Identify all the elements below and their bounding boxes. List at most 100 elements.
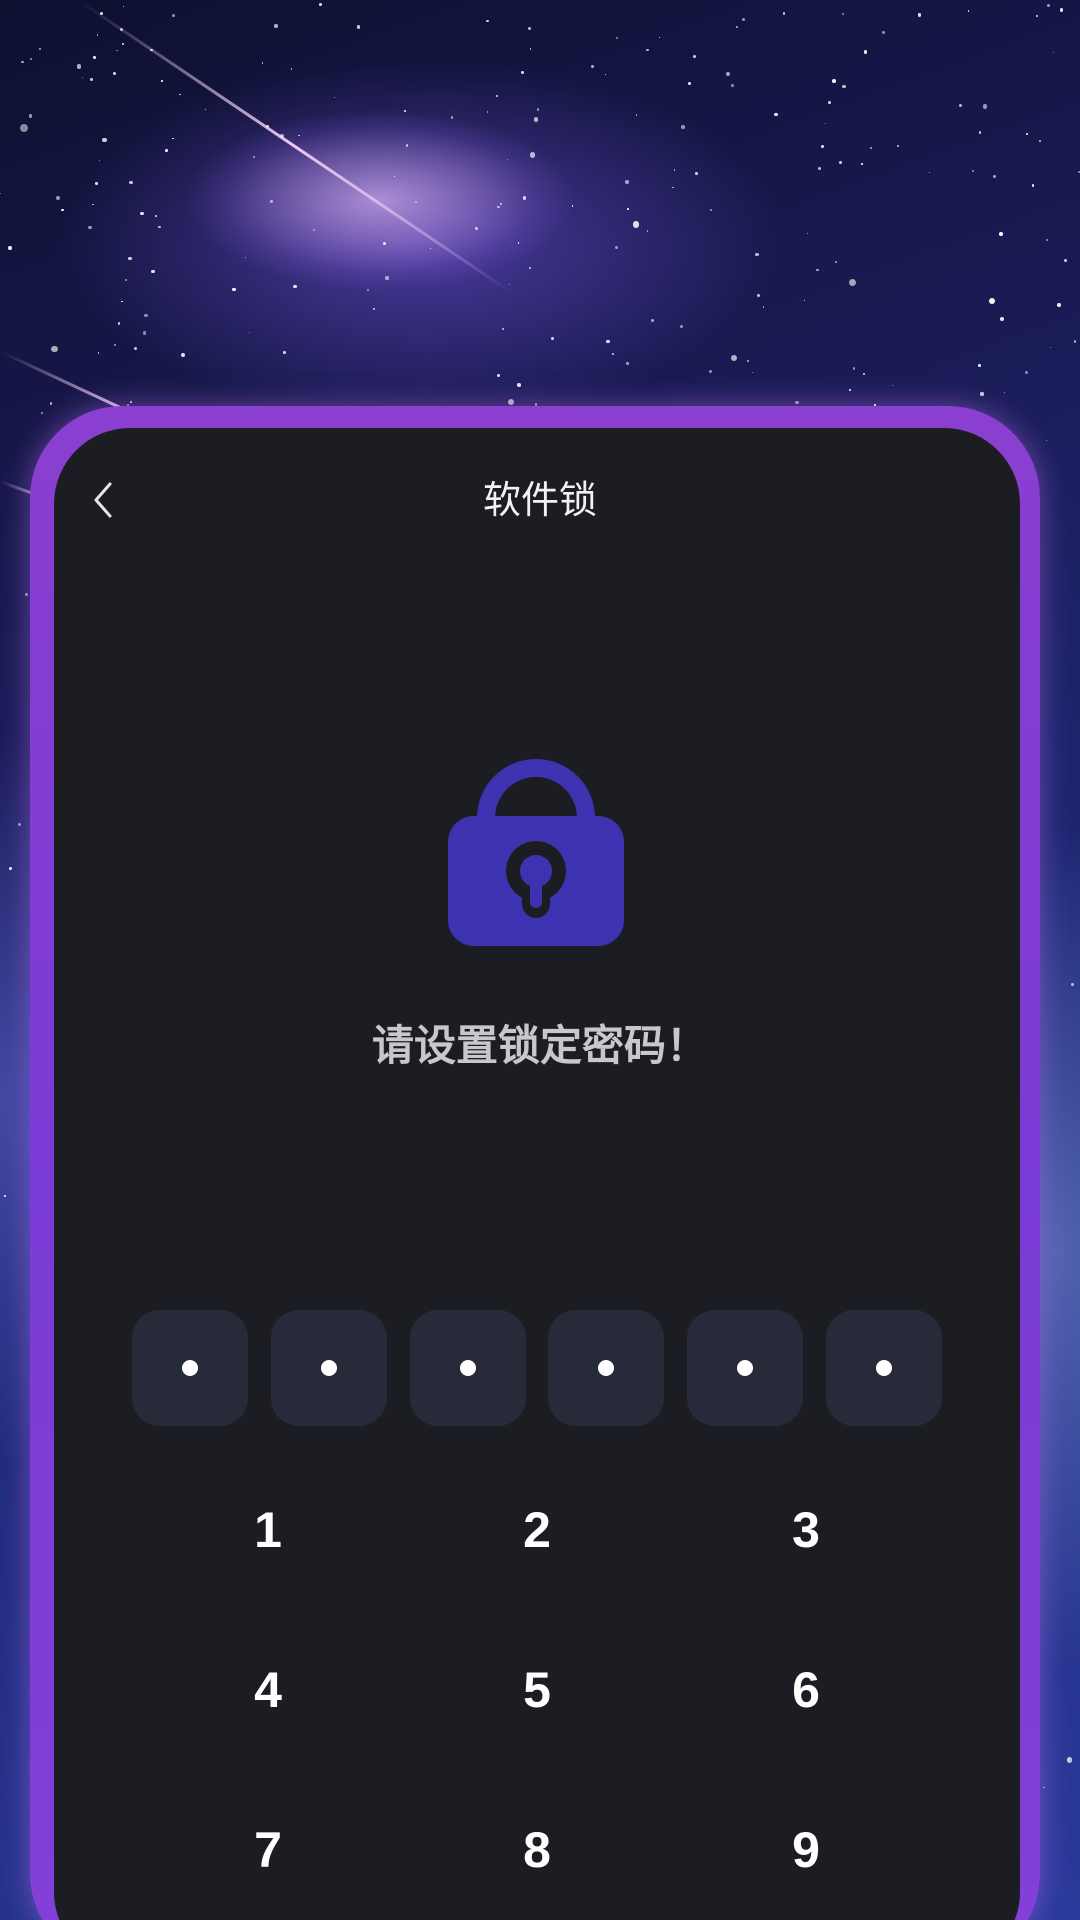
star: [752, 372, 754, 374]
key-1[interactable]: 1: [168, 1475, 368, 1585]
star: [680, 125, 685, 130]
star: [117, 322, 121, 326]
star: [1031, 184, 1035, 187]
star: [571, 204, 574, 207]
star: [18, 823, 22, 827]
star: [980, 392, 984, 396]
star: [816, 268, 819, 272]
star: [253, 156, 256, 158]
star: [1046, 3, 1051, 8]
star: [154, 215, 157, 217]
star: [687, 81, 692, 85]
star: [30, 57, 32, 60]
star: [179, 93, 181, 95]
star: [967, 10, 970, 12]
light-streak: [79, 0, 512, 294]
star: [474, 226, 479, 231]
star: [533, 117, 538, 122]
key-2[interactable]: 2: [437, 1475, 637, 1585]
set-password-prompt: 请设置锁定密码！: [371, 1021, 708, 1070]
star: [731, 354, 738, 361]
star: [517, 242, 520, 244]
star: [486, 110, 489, 113]
star: [232, 288, 236, 292]
chevron-left-icon: [94, 482, 112, 518]
star: [507, 399, 515, 406]
star: [4, 1195, 6, 1198]
key-9[interactable]: 9: [706, 1795, 906, 1905]
star: [142, 330, 147, 335]
star: [842, 84, 846, 88]
key-4[interactable]: 4: [168, 1635, 368, 1745]
star: [1003, 392, 1005, 394]
star: [892, 385, 894, 387]
star: [171, 14, 175, 17]
star: [774, 112, 778, 117]
pin-slot: [270, 1310, 387, 1426]
star: [333, 96, 335, 98]
star: [852, 367, 856, 370]
star: [646, 48, 649, 51]
star: [625, 180, 630, 185]
star: [180, 353, 185, 358]
star: [1036, 14, 1039, 17]
star: [614, 246, 618, 250]
back-button[interactable]: [84, 478, 124, 522]
star: [590, 64, 595, 68]
star: [0, 192, 2, 194]
star: [528, 267, 531, 270]
key-3[interactable]: 3: [706, 1475, 906, 1585]
star: [274, 24, 278, 28]
star: [824, 123, 827, 125]
star: [828, 101, 831, 104]
star: [121, 300, 123, 303]
star: [7, 246, 12, 251]
star: [615, 36, 618, 39]
star: [130, 401, 132, 403]
star: [486, 20, 489, 23]
star: [928, 172, 930, 174]
star: [694, 171, 698, 175]
page-title: 软件锁: [482, 478, 597, 522]
star: [606, 340, 610, 344]
star: [372, 307, 376, 311]
star: [821, 145, 825, 149]
pin-dot: [598, 1360, 615, 1376]
star: [736, 25, 738, 28]
pin-dot: [875, 1360, 892, 1376]
star: [91, 203, 94, 206]
star: [123, 5, 125, 7]
star: [860, 163, 863, 165]
key-5[interactable]: 5: [437, 1635, 637, 1745]
star: [293, 284, 298, 289]
star: [496, 374, 500, 378]
star: [312, 228, 316, 232]
star: [129, 180, 134, 185]
star: [165, 149, 168, 152]
star: [82, 76, 84, 78]
star: [831, 79, 836, 83]
star: [39, 48, 41, 50]
key-7[interactable]: 7: [168, 1795, 368, 1905]
star: [248, 332, 251, 334]
star: [21, 60, 24, 64]
star: [55, 196, 60, 201]
star: [731, 84, 734, 87]
star: [1025, 370, 1029, 374]
star: [626, 362, 629, 365]
key-8[interactable]: 8: [437, 1795, 637, 1905]
star: [988, 298, 995, 305]
key-6[interactable]: 6: [706, 1635, 906, 1745]
star: [1025, 132, 1028, 135]
star: [88, 225, 92, 230]
star: [978, 131, 982, 134]
star: [999, 232, 1004, 237]
star: [762, 306, 765, 309]
star: [679, 324, 683, 328]
pin-slot: [825, 1310, 942, 1426]
pin-slot: [132, 1310, 248, 1426]
star: [406, 144, 409, 147]
star: [817, 166, 821, 170]
star: [999, 316, 1004, 321]
star: [523, 196, 527, 200]
